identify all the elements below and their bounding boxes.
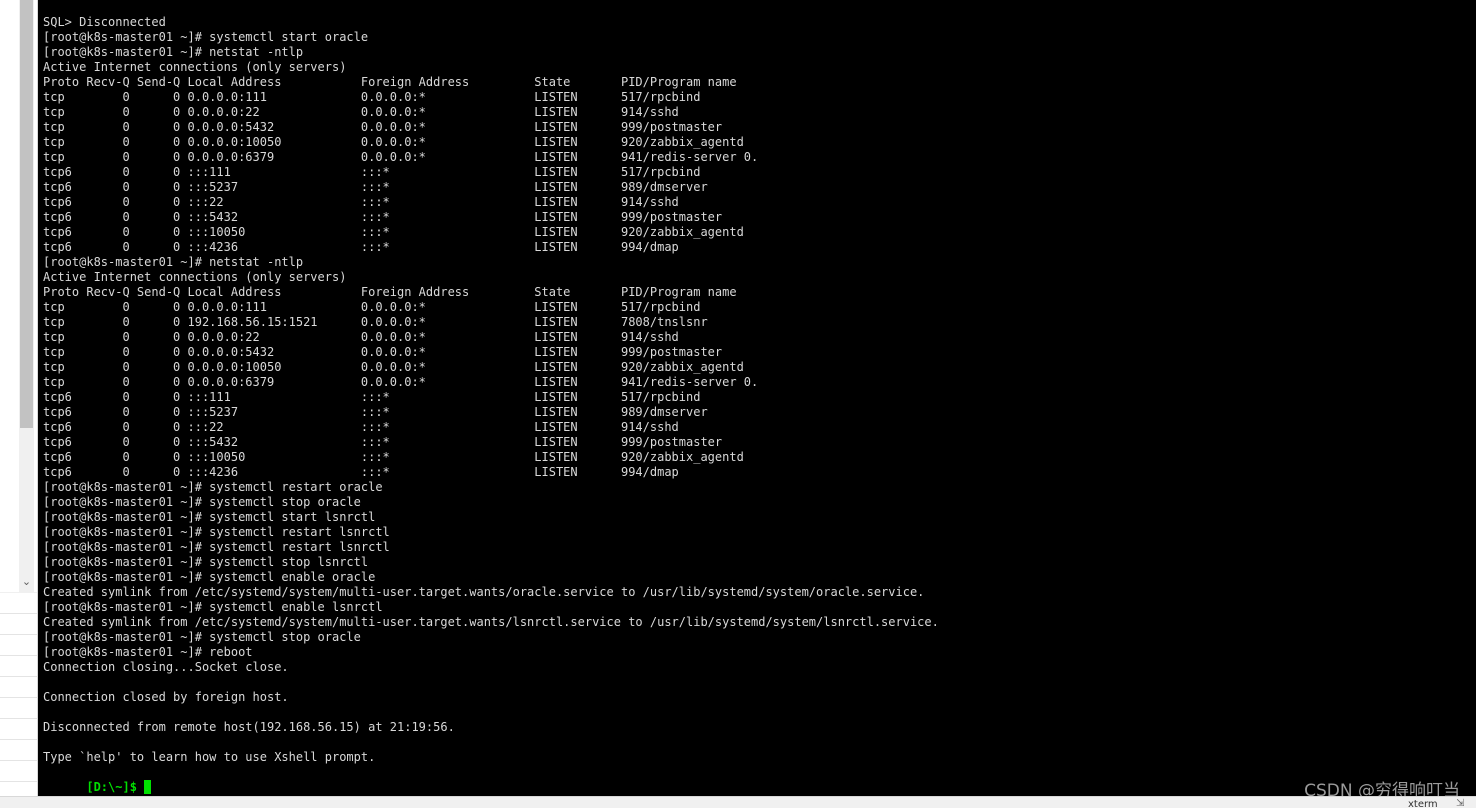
terminal-cursor [144,780,152,794]
terminal-type-label: xterm [1408,799,1438,808]
list-item[interactable] [0,677,37,698]
terminal-line: tcp 0 0 0.0.0.0:22 0.0.0.0:* LISTEN 914/… [43,105,679,119]
session-side-pane: ⌄ [0,0,38,796]
terminal-line: tcp 0 0 0.0.0.0:111 0.0.0.0:* LISTEN 517… [43,90,701,104]
terminal-line: SQL> Disconnected [43,15,166,29]
terminal-line: tcp6 0 0 :::5237 :::* LISTEN 989/dmserve… [43,405,708,419]
terminal-line: tcp 0 0 0.0.0.0:5432 0.0.0.0:* LISTEN 99… [43,345,723,359]
terminal-line: Proto Recv-Q Send-Q Local Address Foreig… [43,75,737,89]
terminal-line: Created symlink from /etc/systemd/system… [43,585,925,599]
session-properties-list[interactable] [0,593,37,796]
list-item[interactable] [0,740,37,761]
terminal-line: Proto Recv-Q Send-Q Local Address Foreig… [43,285,737,299]
terminal-line: [root@k8s-master01 ~]# netstat -ntlp [43,255,304,269]
list-item[interactable] [0,635,37,656]
terminal-line: tcp 0 0 0.0.0.0:10050 0.0.0.0:* LISTEN 9… [43,135,744,149]
terminal-line: tcp 0 0 0.0.0.0:6379 0.0.0.0:* LISTEN 94… [43,150,759,164]
terminal-line: tcp 0 0 0.0.0.0:111 0.0.0.0:* LISTEN 517… [43,300,701,314]
terminal-line: tcp 0 0 0.0.0.0:6379 0.0.0.0:* LISTEN 94… [43,375,759,389]
list-item[interactable] [0,761,37,782]
terminal-line: [root@k8s-master01 ~]# systemctl enable … [43,600,383,614]
terminal-line: [root@k8s-master01 ~]# systemctl restart… [43,480,383,494]
terminal-line: tcp 0 0 192.168.56.15:1521 0.0.0.0:* LIS… [43,315,708,329]
terminal-line: tcp6 0 0 :::5432 :::* LISTEN 999/postmas… [43,210,723,224]
terminal-line: [root@k8s-master01 ~]# systemctl restart… [43,525,390,539]
terminal-line: tcp6 0 0 :::5432 :::* LISTEN 999/postmas… [43,435,723,449]
list-item[interactable] [0,698,37,719]
chevron-down-icon[interactable]: ⌄ [20,574,33,590]
terminal-line: tcp6 0 0 :::22 :::* LISTEN 914/sshd [43,195,679,209]
terminal-line: tcp6 0 0 :::111 :::* LISTEN 517/rpcbind [43,165,701,179]
local-shell-prompt: [D:\~]$ [86,780,145,794]
terminal-prompt-line[interactable]: [D:\~]$ [43,765,152,794]
terminal-line: tcp6 0 0 :::10050 :::* LISTEN 920/zabbix… [43,450,744,464]
terminal-view[interactable]: SQL> Disconnected [root@k8s-master01 ~]# … [38,0,1476,796]
terminal-line: [root@k8s-master01 ~]# reboot [43,645,253,659]
list-item[interactable] [0,719,37,740]
terminal-line: [root@k8s-master01 ~]# systemctl stop or… [43,630,361,644]
terminal-line: [root@k8s-master01 ~]# systemctl restart… [43,540,390,554]
resize-grip-icon[interactable]: ⇲ [1456,798,1464,808]
terminal-line: [root@k8s-master01 ~]# systemctl start o… [43,30,369,44]
terminal-line: Disconnected from remote host(192.168.56… [43,720,455,734]
terminal-line: [root@k8s-master01 ~]# systemctl stop or… [43,495,361,509]
status-bar: xterm ⇲ [0,796,1476,808]
terminal-line: Connection closing...Socket close. [43,660,289,674]
terminal-line: tcp6 0 0 :::22 :::* LISTEN 914/sshd [43,420,679,434]
terminal-line: tcp6 0 0 :::111 :::* LISTEN 517/rpcbind [43,390,701,404]
terminal-line: [root@k8s-master01 ~]# systemctl start l… [43,510,376,524]
terminal-line: [root@k8s-master01 ~]# systemctl stop ls… [43,555,369,569]
terminal-line: tcp6 0 0 :::5237 :::* LISTEN 989/dmserve… [43,180,708,194]
terminal-line: Active Internet connections (only server… [43,60,347,74]
terminal-line: Created symlink from /etc/systemd/system… [43,615,939,629]
terminal-line: tcp6 0 0 :::4236 :::* LISTEN 994/dmap [43,240,679,254]
terminal-line: Active Internet connections (only server… [43,270,347,284]
terminal-line: tcp6 0 0 :::4236 :::* LISTEN 994/dmap [43,465,679,479]
terminal-line: Connection closed by foreign host. [43,690,289,704]
xshell-window: ⌄ SQL> Disconnected [root@k8s-master01 ~]… [0,0,1476,808]
terminal-line: tcp 0 0 0.0.0.0:10050 0.0.0.0:* LISTEN 9… [43,360,744,374]
list-item[interactable] [0,593,37,614]
terminal-line: tcp 0 0 0.0.0.0:5432 0.0.0.0:* LISTEN 99… [43,120,723,134]
terminal-line: tcp6 0 0 :::10050 :::* LISTEN 920/zabbix… [43,225,744,239]
terminal-line: [root@k8s-master01 ~]# systemctl enable … [43,570,376,584]
terminal-output: SQL> Disconnected [root@k8s-master01 ~]# … [43,15,939,765]
list-item[interactable] [0,614,37,635]
terminal-line: Type `help' to learn how to use Xshell p… [43,750,376,764]
terminal-line: [root@k8s-master01 ~]# netstat -ntlp [43,45,304,59]
side-pane-scroll-thumb[interactable] [20,0,33,428]
list-item[interactable] [0,656,37,677]
terminal-line: tcp 0 0 0.0.0.0:22 0.0.0.0:* LISTEN 914/… [43,330,679,344]
